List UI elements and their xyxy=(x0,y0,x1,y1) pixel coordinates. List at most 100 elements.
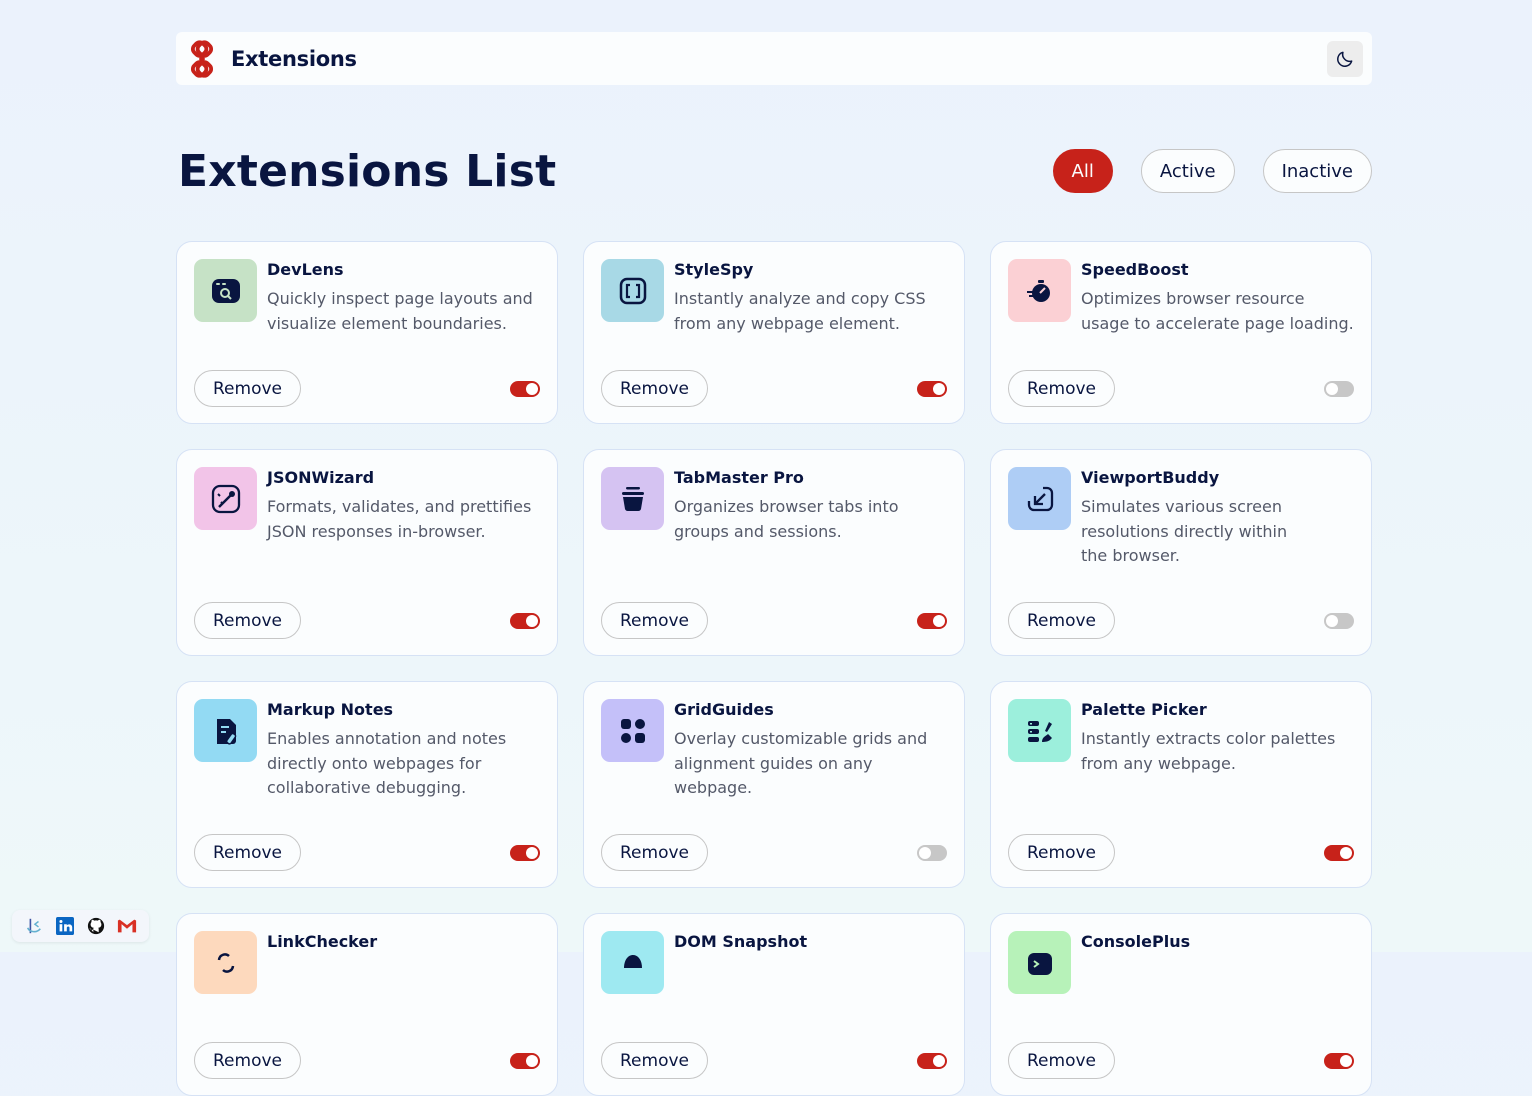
extension-name: TabMaster Pro xyxy=(674,468,804,487)
extension-text: Palette Picker Instantly extracts color p… xyxy=(1081,699,1354,776)
extension-actions: Remove xyxy=(601,1042,947,1079)
consoleplus-icon xyxy=(1008,931,1071,994)
extension-description: Simulates various screen resolutions dir… xyxy=(1081,497,1288,565)
extension-name: JSONWizard xyxy=(267,468,375,487)
extension-description: Quickly inspect page layouts and visuali… xyxy=(267,289,533,333)
toggle-knob xyxy=(933,614,945,627)
remove-button[interactable]: Remove xyxy=(1008,1042,1115,1079)
jsonwizard-icon xyxy=(194,467,257,530)
extension-info: ConsolePlus xyxy=(1008,931,1354,994)
extension-toggle[interactable] xyxy=(510,1052,540,1069)
extension-toggle[interactable] xyxy=(917,380,947,397)
extension-card: Markup Notes Enables annotation and notes… xyxy=(176,681,558,888)
app-container: Extensions Extensions List All Active Inac… xyxy=(176,32,1372,1096)
extension-actions: Remove xyxy=(1008,370,1354,407)
extension-actions: Remove xyxy=(194,370,540,407)
extension-text: GridGuides Overlay customizable grids and… xyxy=(674,699,947,801)
top-header: Extensions xyxy=(176,32,1372,85)
filter-active-button[interactable]: Active xyxy=(1140,149,1235,193)
extension-toggle[interactable] xyxy=(1324,380,1354,397)
extension-name: ConsolePlus xyxy=(1081,932,1191,951)
remove-button[interactable]: Remove xyxy=(1008,602,1115,639)
remove-button[interactable]: Remove xyxy=(601,602,708,639)
extension-info: StyleSpy Instantly analyze and copy CSS f… xyxy=(601,259,947,336)
extension-description: Optimizes browser resource usage to acce… xyxy=(1081,289,1354,333)
extension-toggle[interactable] xyxy=(917,612,947,629)
extension-info: DOM Snapshot xyxy=(601,931,947,994)
extension-text: DOM Snapshot xyxy=(674,931,807,959)
remove-button[interactable]: Remove xyxy=(194,834,301,871)
github-icon[interactable] xyxy=(85,915,107,937)
moon-icon xyxy=(1337,51,1353,67)
extension-description: Organizes browser tabs into groups and s… xyxy=(674,497,899,541)
extension-info: JSONWizard Formats, validates, and pretti… xyxy=(194,467,540,544)
palettepicker-icon xyxy=(1008,699,1071,762)
toggle-knob xyxy=(526,382,538,395)
extension-text: TabMaster Pro Organizes browser tabs into… xyxy=(674,467,947,544)
linkedin-icon[interactable] xyxy=(54,915,76,937)
extension-info: ViewportBuddy Simulates various screen re… xyxy=(1008,467,1354,569)
extension-toggle[interactable] xyxy=(510,380,540,397)
extension-toggle[interactable] xyxy=(1324,844,1354,861)
remove-button[interactable]: Remove xyxy=(1008,834,1115,871)
extension-info: Markup Notes Enables annotation and notes… xyxy=(194,699,540,801)
toggle-knob xyxy=(1326,614,1338,627)
toggle-knob xyxy=(933,1054,945,1067)
extension-description: Overlay customizable grids and alignment… xyxy=(674,729,928,797)
extension-description: Instantly extracts color palettes from a… xyxy=(1081,729,1336,773)
devlens-icon xyxy=(194,259,257,322)
brand-name: Extensions xyxy=(231,46,357,71)
extension-toggle[interactable] xyxy=(917,1052,947,1069)
extension-card: DOM Snapshot Remove xyxy=(583,913,965,1096)
extension-info: SpeedBoost Optimizes browser resource usa… xyxy=(1008,259,1354,336)
extension-toggle[interactable] xyxy=(1324,1052,1354,1069)
extension-text: ViewportBuddy Simulates various screen re… xyxy=(1081,467,1296,569)
filter-all-button[interactable]: All xyxy=(1052,149,1113,193)
extension-card: Palette Picker Instantly extracts color p… xyxy=(990,681,1372,888)
frontend-mentor-icon[interactable] xyxy=(23,915,45,937)
tabmaster-icon xyxy=(601,467,664,530)
extension-name: Markup Notes xyxy=(267,700,394,719)
list-toolbar: Extensions List All Active Inactive xyxy=(176,142,1372,200)
remove-button[interactable]: Remove xyxy=(194,602,301,639)
gmail-icon[interactable] xyxy=(116,915,138,937)
remove-button[interactable]: Remove xyxy=(601,1042,708,1079)
extension-toggle[interactable] xyxy=(917,844,947,861)
filter-group: All Active Inactive xyxy=(1052,149,1372,193)
logo-icon xyxy=(190,39,214,78)
remove-button[interactable]: Remove xyxy=(194,370,301,407)
extension-toggle[interactable] xyxy=(1324,612,1354,629)
extension-actions: Remove xyxy=(601,602,947,639)
extensions-grid: DevLens Quickly inspect page layouts and … xyxy=(176,241,1372,1096)
toggle-knob xyxy=(526,1054,538,1067)
markupnotes-icon xyxy=(194,699,257,762)
remove-button[interactable]: Remove xyxy=(601,370,708,407)
extension-name: DevLens xyxy=(267,260,344,279)
extension-actions: Remove xyxy=(194,834,540,871)
extension-name: LinkChecker xyxy=(267,932,378,951)
toggle-knob xyxy=(1340,1054,1352,1067)
remove-button[interactable]: Remove xyxy=(194,1042,301,1079)
extension-info: Palette Picker Instantly extracts color p… xyxy=(1008,699,1354,776)
remove-button[interactable]: Remove xyxy=(601,834,708,871)
gridguides-icon xyxy=(601,699,664,762)
extension-description: Enables annotation and notes directly on… xyxy=(267,729,507,797)
filter-inactive-button[interactable]: Inactive xyxy=(1262,149,1372,193)
toggle-knob xyxy=(919,846,931,859)
extension-name: StyleSpy xyxy=(674,260,754,279)
extension-text: JSONWizard Formats, validates, and pretti… xyxy=(267,467,540,544)
toggle-knob xyxy=(526,614,538,627)
viewportbuddy-icon xyxy=(1008,467,1071,530)
extension-card: GridGuides Overlay customizable grids and… xyxy=(583,681,965,888)
extension-card: LinkChecker Remove xyxy=(176,913,558,1096)
extension-card: ViewportBuddy Simulates various screen re… xyxy=(990,449,1372,656)
remove-button[interactable]: Remove xyxy=(1008,370,1115,407)
theme-toggle-button[interactable] xyxy=(1327,40,1363,77)
extension-card: ConsolePlus Remove xyxy=(990,913,1372,1096)
extension-toggle[interactable] xyxy=(510,612,540,629)
stylespy-icon xyxy=(601,259,664,322)
extension-actions: Remove xyxy=(601,834,947,871)
toggle-knob xyxy=(933,382,945,395)
extension-toggle[interactable] xyxy=(510,844,540,861)
extension-actions: Remove xyxy=(1008,602,1354,639)
